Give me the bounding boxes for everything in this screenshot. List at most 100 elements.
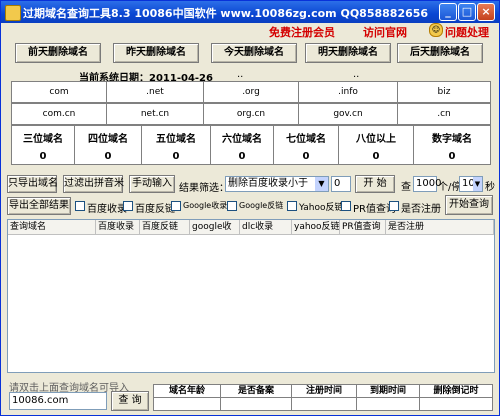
check-label: 查	[401, 182, 411, 193]
filter-pinyin-button[interactable]: 过滤出拼音米	[63, 175, 124, 193]
baidu-backlink-label: 百度反链	[135, 204, 175, 215]
title-bar[interactable]: 过期域名查询工具8.3 10086中国软件 www.10086zg.com QQ…	[1, 1, 499, 23]
close-button[interactable]: ×	[477, 3, 495, 21]
length-count-5: 0	[172, 151, 180, 162]
domain-input[interactable]: 10086.com	[9, 392, 107, 410]
per-label: 个/停	[438, 182, 462, 193]
info-expire-date-header: 到期时间	[356, 384, 420, 398]
col-pr-query[interactable]: PR值查询	[340, 220, 386, 235]
google-index-label: Google收录	[183, 201, 228, 210]
tld-org-cn[interactable]: org.cn	[203, 103, 299, 125]
minimize-button[interactable]: _	[439, 3, 457, 21]
filter-select-value: 删除百度收录小于	[228, 178, 308, 189]
registered-checkbox[interactable]	[389, 201, 399, 211]
results-table[interactable]: 查询域名 百度收录 百度反链 google收 dlc收录 yahoo反链 PR值…	[7, 219, 495, 373]
result-filter-label: 结果筛选：	[179, 183, 229, 194]
length-count-numeric: 0	[448, 151, 456, 162]
google-backlink-label: Google反链	[239, 201, 284, 210]
info-countdown-header: 删除倒记时	[419, 384, 493, 398]
chevron-down-icon: ▼	[315, 177, 328, 191]
yahoo-backlink-checkbox[interactable]	[287, 201, 297, 211]
google-backlink-checkbox[interactable]	[227, 201, 237, 211]
tomorrow-button[interactable]: 明天删除域名	[305, 43, 391, 63]
length-count-7: 0	[302, 151, 310, 162]
app-window: 过期域名查询工具8.3 10086中国软件 www.10086zg.com QQ…	[0, 0, 500, 416]
app-icon	[5, 5, 21, 21]
length-label-7: 七位域名	[286, 134, 326, 145]
info-filing-value	[220, 397, 292, 411]
length-label-6: 六位域名	[222, 134, 262, 145]
baidu-index-checkbox[interactable]	[75, 201, 85, 211]
export-all-button[interactable]: 导出全部结果	[7, 197, 71, 215]
tld-cn[interactable]: .cn	[397, 103, 491, 125]
register-link[interactable]: 免费注册会员	[269, 24, 335, 40]
dots-2: ..	[353, 69, 360, 80]
tld-org[interactable]: .org	[203, 81, 299, 103]
baidu-index-label: 百度收录	[87, 204, 127, 215]
filter-select[interactable]: 删除百度收录小于 ▼	[225, 176, 329, 192]
length-cell-3[interactable]: 三位域名 0	[11, 125, 75, 165]
length-cell-4[interactable]: 四位域名 0	[74, 125, 142, 165]
info-expire-date-value	[356, 397, 420, 411]
dots-1: ..	[237, 69, 244, 80]
tld-gov-cn[interactable]: gov.cn	[298, 103, 398, 125]
length-label-5: 五位域名	[156, 134, 196, 145]
length-count-3: 0	[39, 151, 47, 162]
tld-net-cn[interactable]: net.cn	[106, 103, 204, 125]
info-register-date-header: 注册时间	[291, 384, 357, 398]
day-before-yesterday-button[interactable]: 前天删除域名	[15, 43, 101, 63]
check-count-input[interactable]: 1000	[413, 176, 441, 192]
info-age-header: 域名年龄	[153, 384, 221, 398]
baidu-backlink-checkbox[interactable]	[123, 201, 133, 211]
export-domains-button[interactable]: 只导出域名	[7, 175, 58, 193]
length-cell-5[interactable]: 五位域名 0	[141, 125, 211, 165]
filter-value-input[interactable]: 0	[331, 176, 351, 192]
info-filing-header: 是否备案	[220, 384, 292, 398]
col-google-backlink[interactable]: dlc收录	[240, 220, 292, 235]
seconds-label: 秒	[485, 182, 495, 193]
col-yahoo-backlink[interactable]: yahoo反链	[292, 220, 340, 235]
chevron-down-icon: ▼	[473, 177, 482, 191]
pr-query-checkbox[interactable]	[341, 201, 351, 211]
yahoo-backlink-label: Yahoo反链	[299, 203, 344, 213]
google-index-checkbox[interactable]	[171, 201, 181, 211]
length-count-4: 0	[104, 151, 112, 162]
help-icon: ☺	[429, 23, 443, 37]
tld-com-cn[interactable]: com.cn	[11, 103, 107, 125]
official-site-link[interactable]: 访问官网	[363, 24, 407, 40]
col-baidu-backlink[interactable]: 百度反链	[140, 220, 190, 235]
pause-select[interactable]: 10 ▼	[459, 176, 483, 192]
tld-net[interactable]: .net	[106, 81, 204, 103]
col-registered[interactable]: 是否注册	[386, 220, 494, 235]
help-link[interactable]: 问题处理	[445, 24, 489, 40]
length-count-6: 0	[238, 151, 246, 162]
filter-start-button[interactable]: 开 始	[355, 175, 395, 193]
col-baidu-index[interactable]: 百度收录	[96, 220, 140, 235]
length-cell-numeric[interactable]: 数字域名 0	[413, 125, 491, 165]
length-cell-7[interactable]: 七位域名 0	[273, 125, 339, 165]
maximize-button[interactable]: □	[458, 3, 476, 21]
window-title: 过期域名查询工具8.3 10086中国软件 www.10086zg.com QQ…	[23, 7, 429, 20]
today-button[interactable]: 今天删除域名	[211, 43, 297, 63]
day-after-tomorrow-button[interactable]: 后天删除域名	[397, 43, 483, 63]
length-label-4: 四位域名	[88, 134, 128, 145]
tld-info[interactable]: .info	[298, 81, 398, 103]
tld-com[interactable]: com	[11, 81, 107, 103]
length-cell-6[interactable]: 六位域名 0	[210, 125, 274, 165]
length-cell-8plus[interactable]: 八位以上 0	[338, 125, 414, 165]
query-button[interactable]: 查 询	[111, 391, 149, 411]
yesterday-button[interactable]: 昨天删除域名	[113, 43, 199, 63]
length-count-8plus: 0	[372, 151, 380, 162]
info-countdown-value	[419, 397, 493, 411]
tld-biz[interactable]: biz	[397, 81, 491, 103]
manual-input-button[interactable]: 手动输入	[129, 175, 175, 193]
length-label-3: 三位域名	[23, 134, 63, 145]
col-google-index[interactable]: google收	[190, 220, 240, 235]
length-label-8plus: 八位以上	[356, 134, 396, 145]
col-domain[interactable]: 查询域名	[8, 220, 96, 235]
info-register-date-value	[291, 397, 357, 411]
registered-label: 是否注册	[401, 204, 441, 215]
start-query-button[interactable]: 开始查询	[445, 195, 493, 215]
length-label-numeric: 数字域名	[432, 134, 472, 145]
info-age-value	[153, 397, 221, 411]
